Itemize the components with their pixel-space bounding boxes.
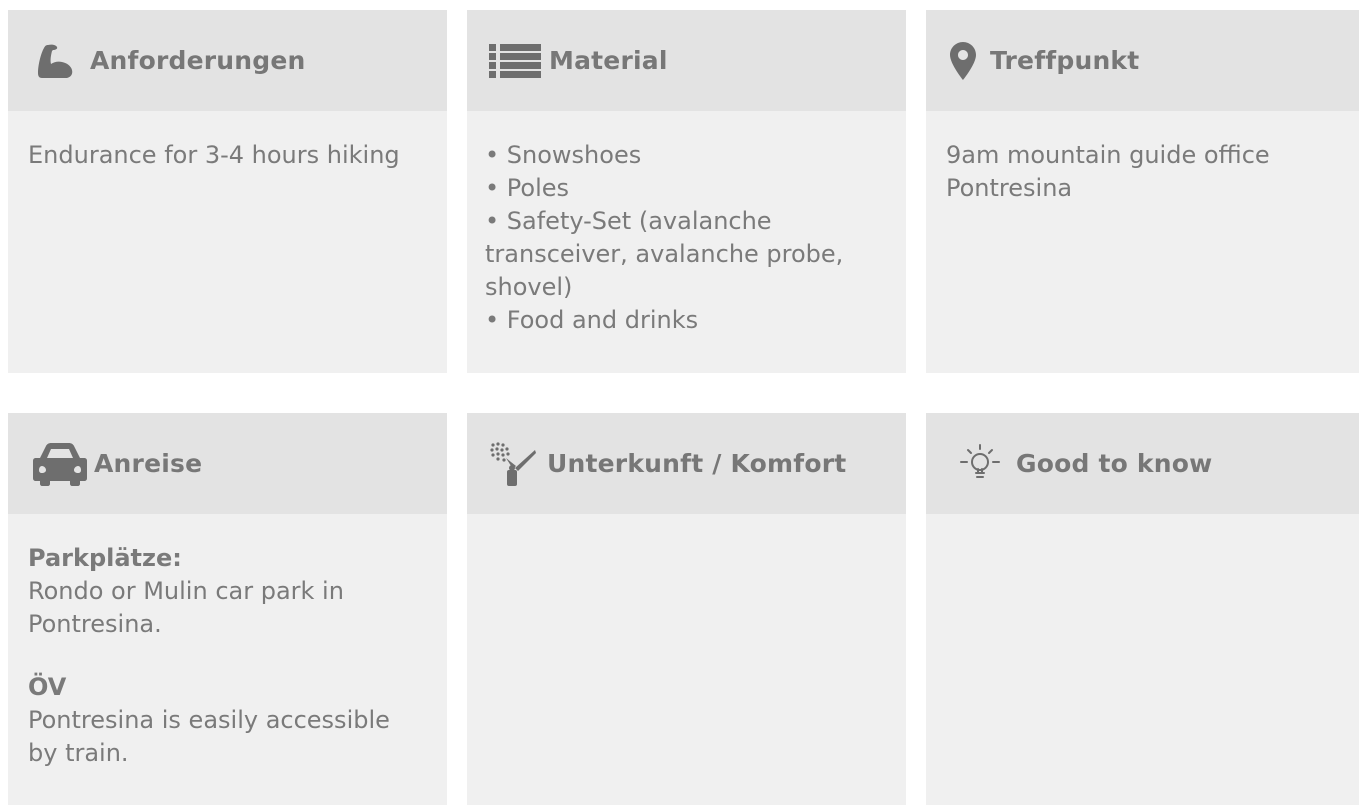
material-item: • Safety-Set (avalanche <box>485 207 772 235</box>
material-header: Material <box>467 10 906 111</box>
material-body: • Snowshoes • Poles • Safety-Set (avalan… <box>467 111 906 357</box>
good-to-know-header: Good to know <box>926 413 1359 514</box>
good-to-know-body <box>926 514 1359 562</box>
meeting-point-body: 9am mountain guide office Pontresina <box>926 111 1359 225</box>
material-item: transceiver, avalanche probe, <box>485 240 844 268</box>
good-to-know-title: Good to know <box>1016 449 1213 478</box>
material-item: • Food and drinks <box>485 306 699 334</box>
transit-line: by train. <box>28 739 129 767</box>
requirements-card: Anforderungen Endurance for 3-4 hours hi… <box>8 10 447 373</box>
flexed-bicep-icon <box>30 39 82 83</box>
requirements-header: Anforderungen <box>8 10 447 111</box>
transit-label: ÖV <box>28 673 67 701</box>
material-item: • Snowshoes <box>485 141 642 169</box>
map-marker-icon <box>948 39 978 83</box>
accommodation-card: Unterkunft / Komfort <box>467 413 906 805</box>
meeting-point-line: 9am mountain guide office <box>946 141 1270 169</box>
lightbulb-icon <box>948 442 1012 486</box>
transit-line: Pontresina is easily accessible <box>28 706 390 734</box>
meeting-point-title: Treffpunkt <box>990 46 1140 75</box>
requirements-title: Anforderungen <box>90 46 306 75</box>
material-title: Material <box>549 46 668 75</box>
info-grid: Anforderungen Endurance for 3-4 hours hi… <box>0 0 1359 805</box>
material-item: • Poles <box>485 174 570 202</box>
parking-line: Pontresina. <box>28 610 162 638</box>
material-card: Material • Snowshoes • Poles • Safety-Se… <box>467 10 906 373</box>
requirements-text: Endurance for 3-4 hours hiking <box>28 141 400 169</box>
accommodation-header: Unterkunft / Komfort <box>467 413 906 514</box>
car-icon <box>30 442 90 486</box>
list-icon <box>489 39 541 83</box>
meeting-point-header: Treffpunkt <box>926 10 1359 111</box>
shower-icon <box>489 441 537 486</box>
parking-line: Rondo or Mulin car park in <box>28 577 344 605</box>
requirements-body: Endurance for 3-4 hours hiking <box>8 111 447 192</box>
meeting-point-card: Treffpunkt 9am mountain guide office Pon… <box>926 10 1359 373</box>
good-to-know-card: Good to know <box>926 413 1359 805</box>
meeting-point-line: Pontresina <box>946 174 1073 202</box>
arrival-card: Anreise Parkplätze: Rondo or Mulin car p… <box>8 413 447 805</box>
parking-label: Parkplätze: <box>28 544 182 572</box>
accommodation-body <box>467 514 906 562</box>
accommodation-title: Unterkunft / Komfort <box>547 449 847 478</box>
arrival-title: Anreise <box>94 449 203 478</box>
arrival-body: Parkplätze: Rondo or Mulin car park in P… <box>8 514 447 790</box>
material-item: shovel) <box>485 273 573 301</box>
arrival-header: Anreise <box>8 413 447 514</box>
